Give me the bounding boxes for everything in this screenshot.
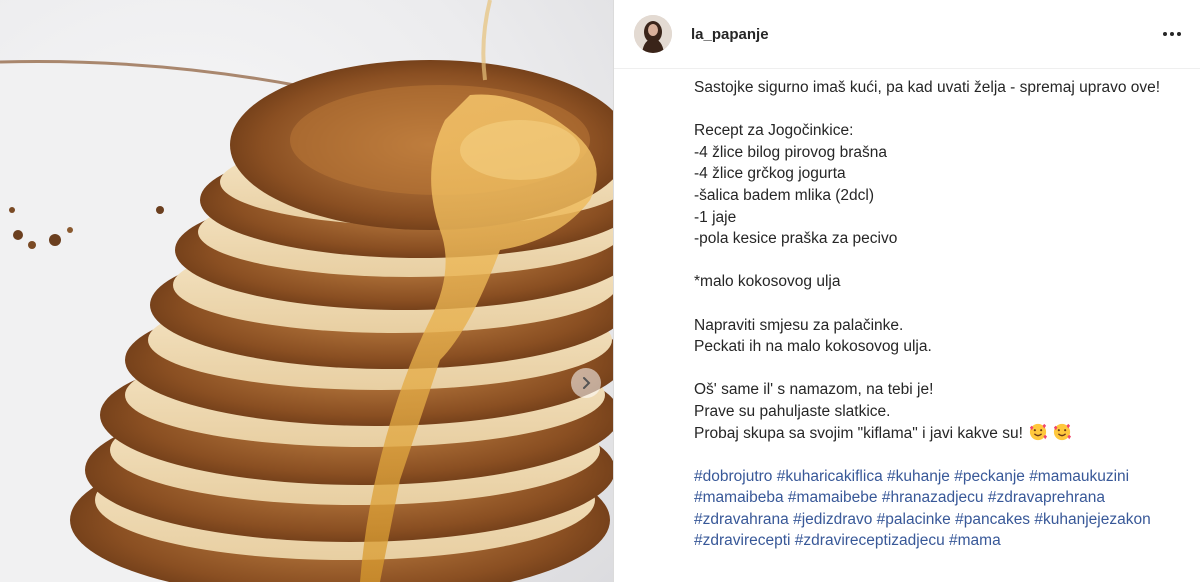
ingredient-item: -4 žlice grčkog jogurta	[694, 165, 846, 183]
smiling-face-with-hearts-emoji	[1029, 423, 1047, 440]
caption-outro-line: Prave su pahuljaste slatkice.	[694, 402, 891, 420]
post-photo[interactable]	[0, 0, 613, 582]
caption-outro-text: Probaj skupa sa svojim "kiflama" i javi …	[694, 424, 1023, 442]
more-options-button[interactable]	[1160, 22, 1184, 46]
ingredient-item: -šalica badem mlika (2dcl)	[694, 186, 875, 204]
post-header: la_papanje	[614, 0, 1200, 69]
recipe-title: Recept za Jogočinkice:	[694, 122, 854, 140]
recipe-note: *malo kokosovog ulja	[694, 273, 841, 291]
ingredient-item: -pola kesice praška za pecivo	[694, 230, 898, 248]
pancake-stack-image	[0, 0, 613, 582]
caption-outro-line: Oš' same il' s namazom, na tebi je!	[694, 381, 934, 399]
ingredient-item: -4 žlice bilog pirovog brašna	[694, 143, 887, 161]
avatar[interactable]	[634, 15, 672, 53]
recipe-step: Peckati ih na malo kokosovog ulja.	[694, 338, 932, 356]
post-caption: Sastojke sigurno imaš kući, pa kad uvati…	[614, 69, 1200, 582]
chevron-right-icon	[583, 377, 591, 389]
more-horizontal-icon	[1163, 32, 1181, 36]
caption-outro-line: Probaj skupa sa svojim "kiflama" i javi …	[694, 423, 1180, 445]
instagram-post: la_papanje Sastojke sigurno imaš kući, p…	[0, 0, 1200, 582]
caption-hashtags[interactable]: #dobrojutro #kuharicakiflica #kuhanje #p…	[694, 466, 1184, 552]
recipe-step: Napraviti smjesu za palačinke.	[694, 316, 904, 334]
next-photo-button[interactable]	[571, 368, 601, 398]
ingredient-item: -1 jaje	[694, 208, 737, 226]
caption-intro: Sastojke sigurno imaš kući, pa kad uvati…	[694, 79, 1161, 96]
smiling-face-with-hearts-emoji	[1053, 423, 1071, 440]
profile-photo-icon	[634, 15, 672, 53]
post-side-panel: la_papanje Sastojke sigurno imaš kući, p…	[614, 0, 1200, 582]
author-username[interactable]: la_papanje	[691, 26, 769, 43]
